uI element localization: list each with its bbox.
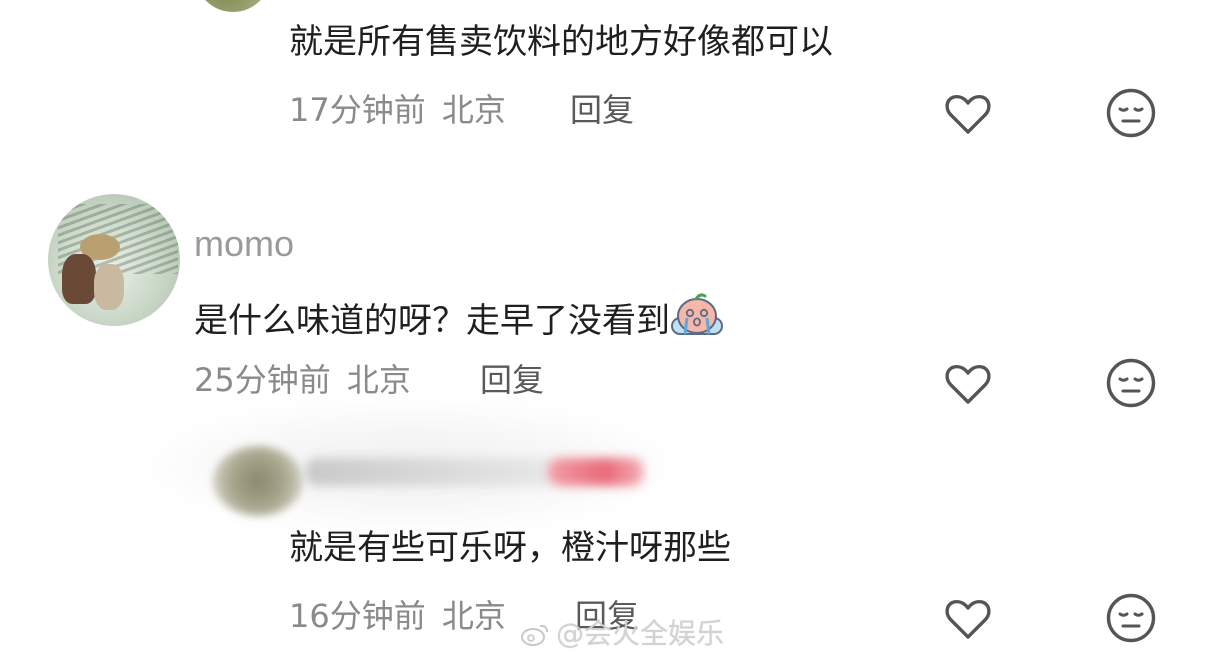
comment-text: 是什么味道的呀？走早了没看到 [194,292,724,341]
comment-location: 北京 [346,361,411,399]
expressionless-face-icon [1106,593,1156,643]
dislike-button[interactable] [1104,356,1158,410]
comment-location: 北京 [441,91,506,129]
like-button[interactable] [941,356,995,410]
expressionless-face-icon [1106,88,1156,138]
blurred-badge [548,458,644,486]
comment-meta: 17分钟前 北京 [289,90,506,130]
comment-meta: 16分钟前 北京 [289,596,506,636]
comment-text-content: 是什么味道的呀？走早了没看到 [194,301,670,341]
comment-location: 北京 [441,597,506,635]
blurred-avatar[interactable] [213,446,303,516]
comment-text: 就是所有售卖饮料的地方好像都可以 [289,22,833,62]
dislike-button[interactable] [1104,591,1158,645]
heart-outline-icon [945,599,991,639]
comment-text: 就是有些可乐呀，橙汁呀那些 [289,528,731,568]
heart-outline-icon [945,364,991,404]
watermark-text: @会火全娱乐 [556,617,725,650]
watermark: @会火全娱乐 [520,614,724,654]
heart-outline-icon [945,94,991,134]
comment-time: 25分钟前 [194,361,331,399]
momo-avatar[interactable] [44,186,184,326]
blurred-username [305,458,555,486]
user-avatar-partial[interactable] [195,0,271,12]
like-button[interactable] [941,591,995,645]
weibo-logo-icon [520,618,550,646]
comment-meta: 25分钟前 北京 [194,360,411,400]
reply-button[interactable]: 回复 [480,360,544,400]
crying-face-emoji [670,292,724,338]
dislike-button[interactable] [1104,86,1158,140]
comment-username[interactable]: momo [194,223,294,265]
expressionless-face-icon [1106,358,1156,408]
comment-time: 16分钟前 [289,597,426,635]
reply-button[interactable]: 回复 [570,90,634,130]
comment-time: 17分钟前 [289,91,426,129]
like-button[interactable] [941,86,995,140]
